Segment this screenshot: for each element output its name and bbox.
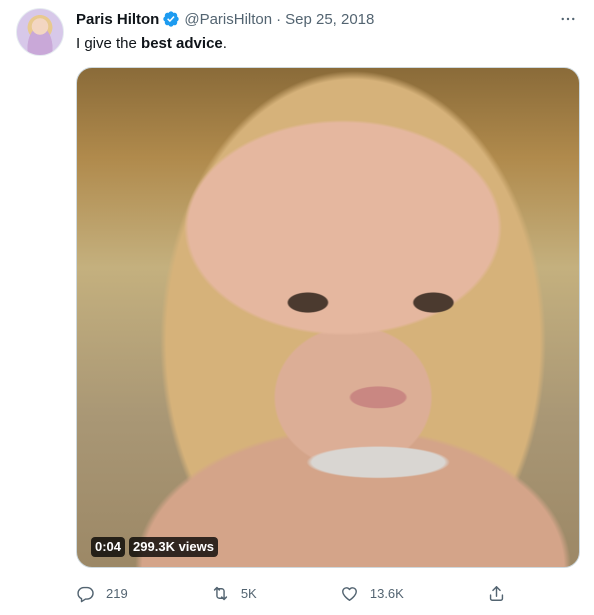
like-button[interactable]: 13.6K xyxy=(340,584,404,603)
avatar[interactable] xyxy=(16,8,64,56)
like-count: 13.6K xyxy=(369,585,404,601)
retweet-button[interactable]: 5K xyxy=(211,584,257,603)
author-name[interactable]: Paris Hilton xyxy=(76,11,159,28)
tweet-text-prefix: I give the xyxy=(76,35,142,52)
share-icon xyxy=(489,585,504,601)
reply-count: 219 xyxy=(106,585,128,601)
reply-icon xyxy=(77,586,94,602)
retweet-icon xyxy=(213,586,227,600)
author-handle[interactable]: @ParisHilton xyxy=(184,11,272,28)
video-views: 299.3K views xyxy=(129,537,218,557)
video-meta: 0:04 299.3K views xyxy=(91,537,218,557)
tweet-date[interactable]: Sep 25, 2018 xyxy=(285,11,374,28)
action-bar: 219 5K 13.6K xyxy=(76,582,506,604)
reply-button[interactable]: 219 xyxy=(76,584,128,603)
video-player[interactable]: 0:04 299.3K views xyxy=(76,67,580,568)
tweet-text: I give the best advice. xyxy=(76,34,227,54)
separator-dot: · xyxy=(276,10,282,28)
more-icon[interactable] xyxy=(558,9,578,29)
tweet-header: Paris Hilton @ParisHilton · Sep 25, 2018 xyxy=(76,9,578,29)
video-frame xyxy=(77,68,579,567)
tweet-text-bold: best advice xyxy=(141,35,223,52)
share-button[interactable] xyxy=(487,584,506,603)
tweet: Paris Hilton @ParisHilton · Sep 25, 2018… xyxy=(0,0,594,615)
video-timestamp: 0:04 xyxy=(91,537,126,557)
verified-badge-icon xyxy=(162,10,180,28)
tweet-text-suffix: . xyxy=(222,35,227,52)
heart-icon xyxy=(341,586,357,601)
retweet-count: 5K xyxy=(240,585,257,601)
